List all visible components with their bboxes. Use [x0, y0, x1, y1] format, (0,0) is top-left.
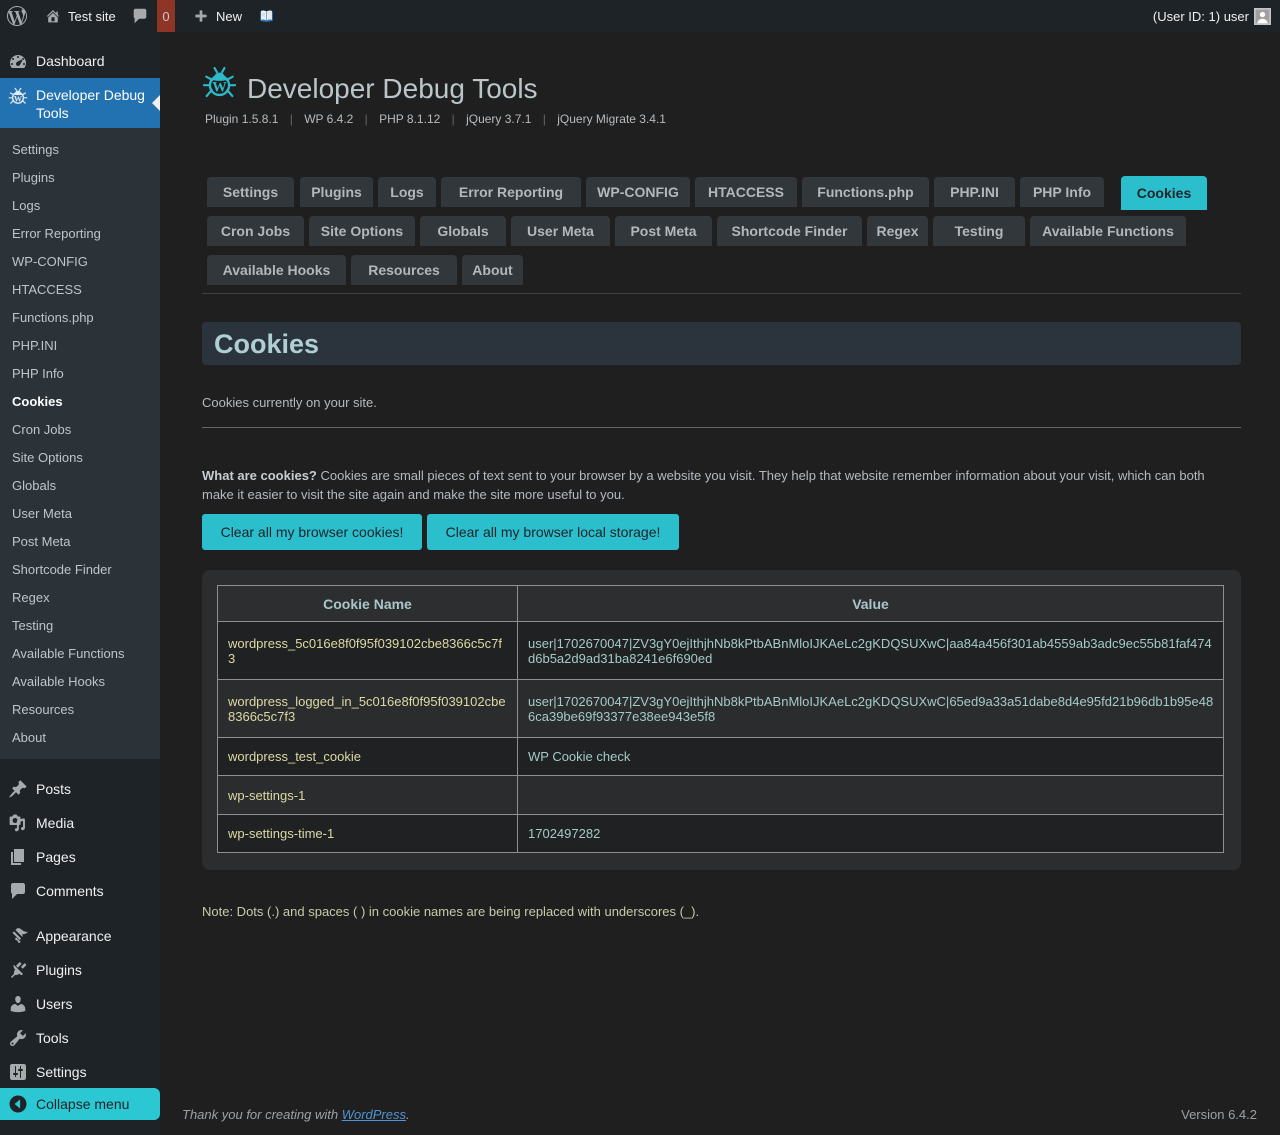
svg-text:W: W: [14, 94, 23, 103]
svg-text:W: W: [212, 80, 227, 96]
